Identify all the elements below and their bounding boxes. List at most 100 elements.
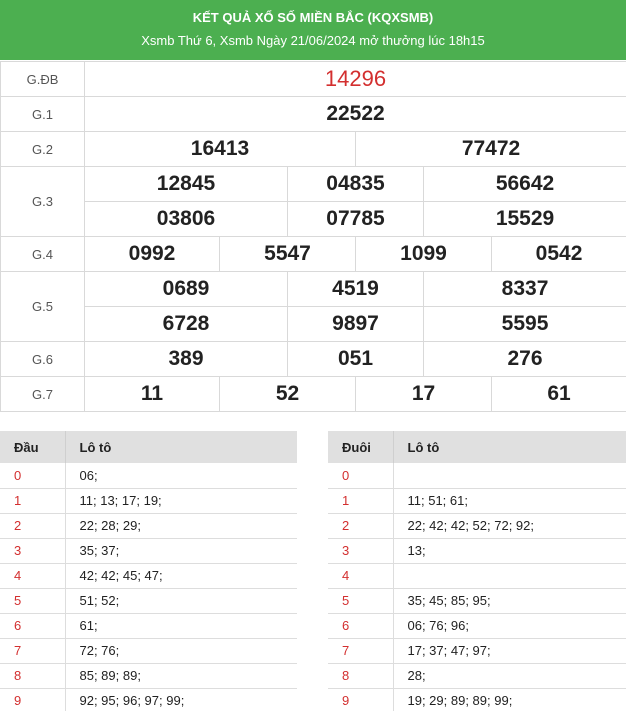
loto-values: 22; 42; 42; 52; 72; 92; [392, 513, 626, 539]
prize-label: G.2 [0, 131, 85, 167]
prize-number: 56642 [422, 166, 626, 202]
loto-key: 9 [0, 688, 65, 711]
loto-values [392, 463, 626, 489]
prize-row-g6: G.6 389 051 276 [0, 341, 626, 377]
loto-values: 72; 76; [64, 638, 297, 664]
loto-key: 0 [0, 463, 65, 489]
loto-values: 28; [392, 663, 626, 689]
loto-values: 51; 52; [64, 588, 297, 614]
prize-label: G.7 [0, 376, 85, 412]
prize-number: 051 [287, 341, 424, 377]
loto-key: 7 [0, 638, 65, 664]
prize-row-g3b: 03806 07785 15529 [1, 201, 626, 237]
loto-tail-table: Đuôi Lô tô 0 1 11; 51; 61; 2 22; 42; 42; 5… [328, 431, 626, 711]
loto-values: 17; 37; 47; 97; [392, 638, 626, 664]
column-header-duoi: Đuôi [328, 431, 393, 463]
loto-values: 11; 13; 17; 19; [64, 488, 297, 514]
prize-number: 0689 [84, 271, 288, 307]
table-row: 0 06; [0, 463, 297, 489]
prize-number: 1099 [355, 236, 492, 272]
loto-key: 5 [328, 588, 393, 614]
table-row: 1 11; 13; 17; 19; [0, 488, 297, 514]
prize-number: 04835 [287, 166, 424, 202]
prize-label: G.4 [0, 236, 85, 272]
loto-values [392, 563, 626, 589]
loto-key: 2 [328, 513, 393, 539]
prize-number: 22522 [83, 96, 626, 132]
loto-key: 9 [328, 688, 393, 711]
loto-values: 42; 42; 45; 47; [64, 563, 297, 589]
loto-key: 8 [0, 663, 65, 689]
prize-number: 12845 [84, 166, 288, 202]
prize-number: 03806 [84, 201, 288, 237]
loto-values: 61; [64, 613, 297, 639]
prize-number: 07785 [287, 201, 424, 237]
loto-key: 2 [0, 513, 65, 539]
loto-values: 11; 51; 61; [392, 488, 626, 514]
table-row: 6 06; 76; 96; [328, 613, 626, 639]
prize-row-g7: G.7 11 52 17 61 [0, 376, 626, 412]
loto-key: 8 [328, 663, 393, 689]
prize-number: 61 [490, 376, 626, 412]
draw-date-subtitle: Xsmb Thứ 6, Xsmb Ngày 21/06/2024 mở thưở… [141, 33, 485, 48]
loto-values: 35; 45; 85; 95; [392, 588, 626, 614]
table-row: 4 [328, 563, 626, 589]
loto-key: 4 [328, 563, 393, 589]
loto-values: 13; [392, 538, 626, 564]
loto-head-table: Đầu Lô tô 0 06; 1 11; 13; 17; 19; 2 22; 28;… [0, 431, 297, 711]
loto-key: 4 [0, 563, 65, 589]
column-header-loto: Lô tô [64, 431, 297, 463]
prize-row-g5: G.5 0689 4519 8337 [0, 271, 626, 342]
table-row: 8 85; 89; 89; [0, 663, 297, 689]
prize-label: G.6 [0, 341, 85, 377]
loto-key: 0 [328, 463, 393, 489]
column-header-loto: Lô tô [392, 431, 626, 463]
prize-number: 9897 [287, 306, 424, 342]
prize-number: 17 [355, 376, 492, 412]
loto-key: 3 [0, 538, 65, 564]
prize-label: G.1 [0, 96, 85, 132]
prize-row-g1: G.1 22522 [0, 96, 626, 132]
prize-number: 6728 [84, 306, 288, 342]
prize-number: 8337 [422, 271, 626, 307]
loto-values: 92; 95; 96; 97; 99; [64, 688, 297, 711]
prize-number: 276 [422, 341, 626, 377]
loto-values: 35; 37; [64, 538, 297, 564]
special-prize-number: 14296 [83, 61, 626, 97]
table-row: 0 [328, 463, 626, 489]
table-row: 5 51; 52; [0, 588, 297, 614]
table-row: 8 28; [328, 663, 626, 689]
table-row: 9 19; 29; 89; 89; 99; [328, 688, 626, 711]
table-row: 2 22; 28; 29; [0, 513, 297, 539]
prize-number: 5595 [422, 306, 626, 342]
prize-number: 52 [219, 376, 356, 412]
prize-number: 4519 [287, 271, 424, 307]
prize-row-g4: G.4 0992 5547 1099 0542 [0, 236, 626, 272]
prize-table: G.ĐB 14296 G.1 22522 G.2 16413 77472 G.3… [0, 61, 626, 412]
loto-key: 7 [328, 638, 393, 664]
table-row: 9 92; 95; 96; 97; 99; [0, 688, 297, 711]
loto-key: 6 [0, 613, 65, 639]
prize-label: G.ĐB [0, 61, 85, 97]
prize-number: 0992 [84, 236, 220, 272]
prize-number: 389 [84, 341, 288, 377]
table-row: 2 22; 42; 42; 52; 72; 92; [328, 513, 626, 539]
table-row: 3 13; [328, 538, 626, 564]
loto-values: 06; 76; 96; [392, 613, 626, 639]
loto-key: 1 [0, 488, 65, 514]
loto-values: 22; 28; 29; [64, 513, 297, 539]
prize-label: G.5 [0, 271, 85, 342]
prize-number: 77472 [354, 131, 626, 167]
loto-values: 19; 29; 89; 89; 99; [392, 688, 626, 711]
prize-number: 0542 [490, 236, 626, 272]
column-header-dau: Đầu [0, 431, 65, 463]
prize-row-g3: G.3 12845 04835 56642 [0, 166, 626, 237]
loto-key: 5 [0, 588, 65, 614]
page-title: KẾT QUẢ XỔ SỐ MIỀN BẮC (KQXSMB) [192, 10, 434, 25]
prize-row-gdb: G.ĐB 14296 [0, 61, 626, 97]
prize-number: 5547 [219, 236, 356, 272]
prize-number: 16413 [84, 131, 356, 167]
table-row: 4 42; 42; 45; 47; [0, 563, 297, 589]
loto-values: 06; [64, 463, 297, 489]
prize-row-g2: G.2 16413 77472 [0, 131, 626, 167]
